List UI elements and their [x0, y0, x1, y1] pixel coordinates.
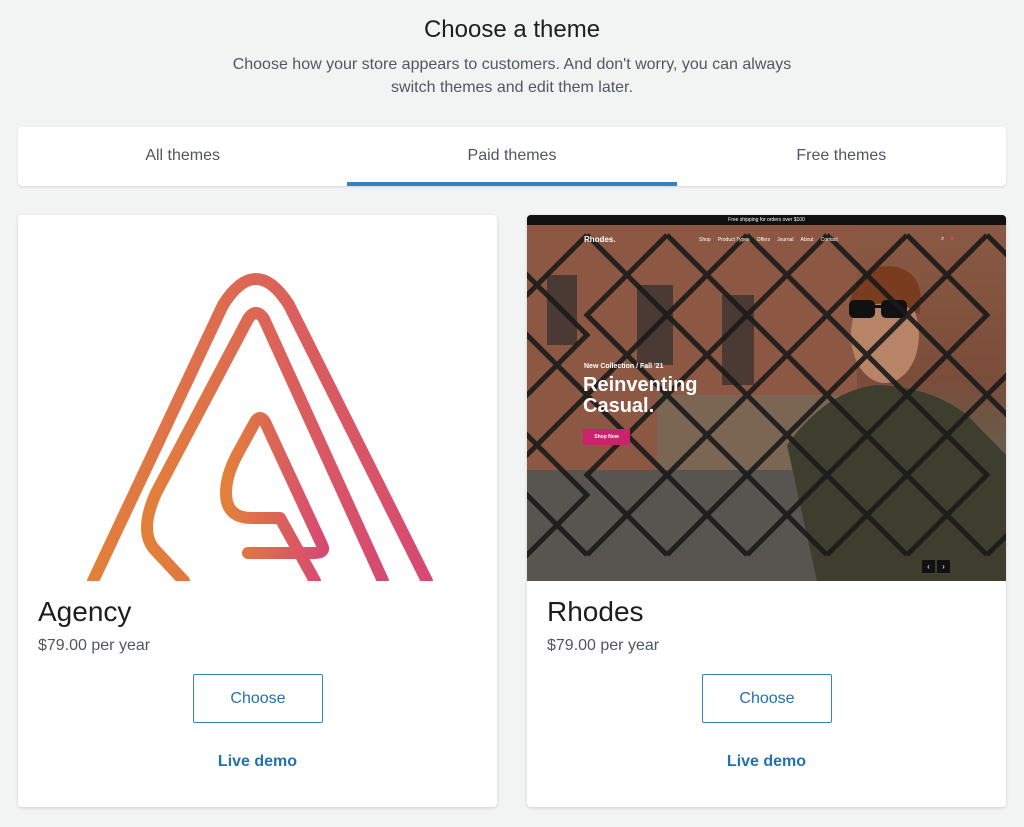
- preview-nav-link: Offers: [756, 237, 771, 243]
- preview-nav-link: Contact: [820, 237, 838, 243]
- tab-all-themes[interactable]: All themes: [18, 127, 347, 186]
- preview-shop-button: Shop Now: [583, 429, 630, 445]
- search-icon: ⌕: [941, 236, 945, 242]
- preview-nav-link: Journal: [777, 237, 794, 243]
- theme-price: $79.00 per year: [547, 637, 660, 654]
- preview-navbar: Rhodes. Shop Product Types Offers Journa…: [527, 233, 1006, 247]
- page-subtitle: Choose how your store appears to custome…: [232, 56, 792, 96]
- chevron-right-icon: ›: [937, 560, 950, 573]
- preview-headline: Reinventing Casual.: [583, 374, 698, 417]
- preview-logo: Rhodes.: [584, 235, 616, 244]
- theme-preview-agency[interactable]: [18, 215, 497, 581]
- preview-nav-link: Product Types: [717, 237, 750, 243]
- theme-price: $79.00 per year: [38, 637, 151, 654]
- preview-kicker: New Collection / Fall '21: [584, 363, 664, 370]
- theme-preview-rhodes[interactable]: Free shipping for orders over $100 Rhode…: [527, 215, 1006, 581]
- page-title: Choose a theme: [423, 16, 601, 43]
- preview-slider-arrows: ‹ ›: [922, 560, 950, 573]
- theme-name: Agency: [38, 596, 132, 627]
- live-demo-link[interactable]: Live demo: [527, 753, 1006, 771]
- theme-filter-tabs: All themes Paid themes Free themes: [18, 127, 1006, 186]
- choose-button[interactable]: Choose: [193, 674, 323, 723]
- preview-nav-icons: ⌕ ●: [941, 236, 954, 243]
- preview-announcement-bar: Free shipping for orders over $100: [527, 215, 1006, 225]
- choose-button[interactable]: Choose: [702, 674, 832, 723]
- agency-a-logo-icon: [87, 273, 433, 581]
- tab-free-themes[interactable]: Free themes: [677, 127, 1006, 186]
- preview-nav-links: Shop Product Types Offers Journal About …: [699, 237, 838, 243]
- tab-paid-themes[interactable]: Paid themes: [347, 127, 677, 186]
- preview-nav-link: About: [800, 237, 814, 243]
- theme-name: Rhodes: [547, 596, 644, 627]
- theme-card-rhodes: Free shipping for orders over $100 Rhode…: [527, 215, 1006, 807]
- preview-nav-link: Shop: [699, 237, 711, 243]
- chevron-left-icon: ‹: [922, 560, 935, 573]
- cart-icon: ●: [950, 236, 954, 242]
- theme-card-agency: Agency $79.00 per year Choose Live demo: [18, 215, 497, 807]
- live-demo-link[interactable]: Live demo: [18, 753, 497, 771]
